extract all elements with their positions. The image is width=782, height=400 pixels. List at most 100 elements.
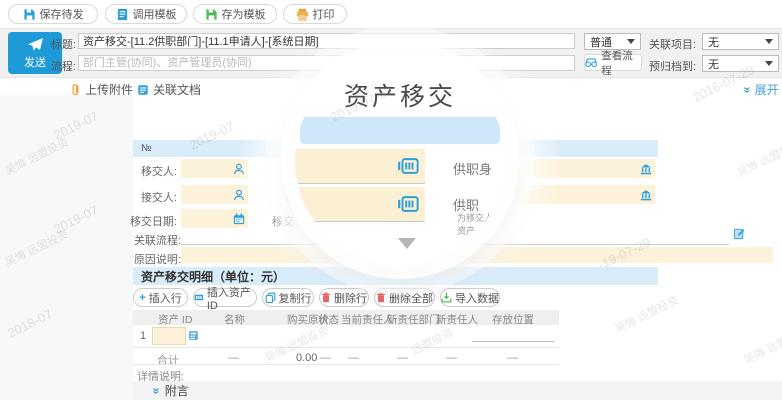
related-project-select[interactable]: 无 [702, 33, 779, 50]
asset-transfer-page: 保存待发 调用模板 存为模板 打印 发送 标题: 普通 关联项目: 无 流程: … [0, 0, 782, 400]
watermark: 吴悔 远盟 [741, 332, 782, 367]
mid-label-row3: 移交 [272, 213, 294, 229]
delete-row-label: 删除行 [334, 290, 367, 306]
delete-row-button[interactable]: 删除行 [319, 288, 369, 307]
save-as-template-label: 存为模板 [222, 6, 266, 22]
plus-icon: + [139, 292, 145, 304]
form-number-label: № [141, 143, 152, 154]
send-label: 发送 [24, 54, 46, 70]
magnified-field-2[interactable] [295, 187, 425, 222]
organization-icon [640, 163, 652, 175]
import-data-button[interactable]: 导入数据 [440, 288, 500, 307]
card-selector-icon [397, 193, 419, 220]
asset-id-icon [194, 292, 204, 303]
copy-row-button[interactable]: 复制行 [262, 288, 314, 307]
import-icon [441, 292, 452, 303]
calendar-icon [233, 213, 245, 225]
expand-chevrons-icon: » [740, 86, 754, 93]
table-divider [133, 347, 559, 348]
organization-icon [640, 189, 652, 201]
watermark: 吴悔 远盟投资 [612, 292, 681, 337]
save-draft-label: 保存待发 [40, 6, 84, 22]
magnified-label-1: 供职身 [453, 159, 492, 178]
magnifier-pointer-icon [398, 238, 416, 249]
total-status: — [320, 352, 331, 364]
related-flow-label: 关联流程: [129, 232, 181, 248]
total-storage: — [507, 352, 518, 364]
col-status: 状态 [318, 312, 339, 327]
col-current-owner: 当前责任人 [341, 312, 394, 327]
chevron-down-icon [627, 39, 635, 44]
flow-input[interactable] [78, 55, 575, 71]
person-icon [233, 189, 245, 201]
person-icon [233, 163, 245, 175]
print-button[interactable]: 打印 [283, 4, 347, 24]
asset-picker-icon[interactable] [188, 328, 199, 346]
save-icon [23, 8, 36, 21]
print-label: 打印 [313, 6, 335, 22]
total-price: 0.00 [296, 352, 317, 364]
postscript-bar[interactable]: » 附言 [133, 381, 782, 400]
save-draft-button[interactable]: 保存待发 [8, 4, 98, 24]
delete-all-label: 删除全部 [389, 290, 433, 306]
delete-all-button[interactable]: 删除全部 [374, 288, 435, 307]
storage-location-input[interactable] [472, 328, 554, 342]
table-divider [133, 364, 559, 365]
receiver-label: 接交人: [133, 189, 177, 205]
use-template-label: 调用模板 [133, 6, 177, 22]
use-template-button[interactable]: 调用模板 [105, 4, 187, 24]
total-label: 合计 [157, 352, 179, 368]
detail-section-title: 资产移交明细（单位：元） [141, 268, 285, 285]
save-as-template-button[interactable]: 存为模板 [193, 4, 277, 24]
copy-row-label: 复制行 [279, 290, 312, 306]
view-flow-icon [585, 57, 597, 68]
view-flow-label: 查看流程 [601, 48, 641, 78]
asset-id-input[interactable] [152, 327, 186, 345]
link-document-link[interactable]: 关联文档 [137, 81, 201, 98]
print-icon [296, 8, 309, 21]
related-project-value: 无 [708, 34, 719, 50]
reason-label: 原因说明: [129, 251, 181, 267]
title-input[interactable] [78, 33, 575, 49]
related-project-label: 关联项目: [649, 36, 696, 52]
total-name: — [228, 352, 239, 364]
transfer-date-input[interactable] [181, 209, 248, 228]
transferor-input[interactable] [181, 159, 248, 178]
expand-label: 展开 [755, 81, 779, 98]
card-selector-icon [397, 155, 419, 182]
select-flow-icon[interactable] [733, 227, 746, 245]
reason-input[interactable] [181, 247, 773, 263]
insert-row-button[interactable]: + 插入行 [133, 288, 188, 307]
link-document-icon [137, 84, 149, 96]
view-flow-button[interactable]: 查看流程 [584, 54, 642, 71]
insert-asset-id-button[interactable]: 插入资产ID [193, 288, 257, 307]
paper-plane-icon [27, 37, 44, 52]
transferor-label: 移交人: [133, 163, 177, 179]
total-new-department: — [397, 352, 408, 364]
pre-archive-label: 预归档到: [649, 58, 696, 74]
department-input-2[interactable] [512, 185, 655, 204]
pre-archive-select[interactable]: 无 [702, 55, 779, 72]
col-new-department: 新责任部门 [387, 312, 440, 327]
row-index: 1 [140, 330, 146, 342]
department-input-1[interactable] [512, 159, 655, 178]
magnified-field-1[interactable] [295, 149, 425, 184]
watermark: 吴悔 远盟投资 [734, 136, 782, 181]
postscript-chevrons-icon: » [149, 387, 163, 394]
insert-row-label: 插入行 [149, 290, 182, 306]
magnified-header-bar [300, 117, 500, 144]
magnifier-circle: 资产移交 供职身 供职 为移交人的资产 [295, 55, 505, 265]
trash-all-icon [376, 292, 386, 303]
transfer-date-label: 移交日期: [127, 213, 177, 229]
trash-icon [321, 292, 331, 303]
flow-label: 流程: [44, 58, 76, 74]
page-left-margin [0, 95, 133, 400]
col-asset-id: 资产 ID [158, 312, 192, 327]
chevron-down-icon [765, 39, 773, 44]
expand-toggle[interactable]: » 展开 [744, 81, 779, 98]
insert-asset-id-label: 插入资产ID [207, 284, 256, 312]
col-storage-location: 存放位置 [492, 312, 534, 327]
receiver-input[interactable] [181, 185, 248, 204]
import-data-label: 导入数据 [455, 290, 499, 306]
template-icon [116, 8, 129, 21]
